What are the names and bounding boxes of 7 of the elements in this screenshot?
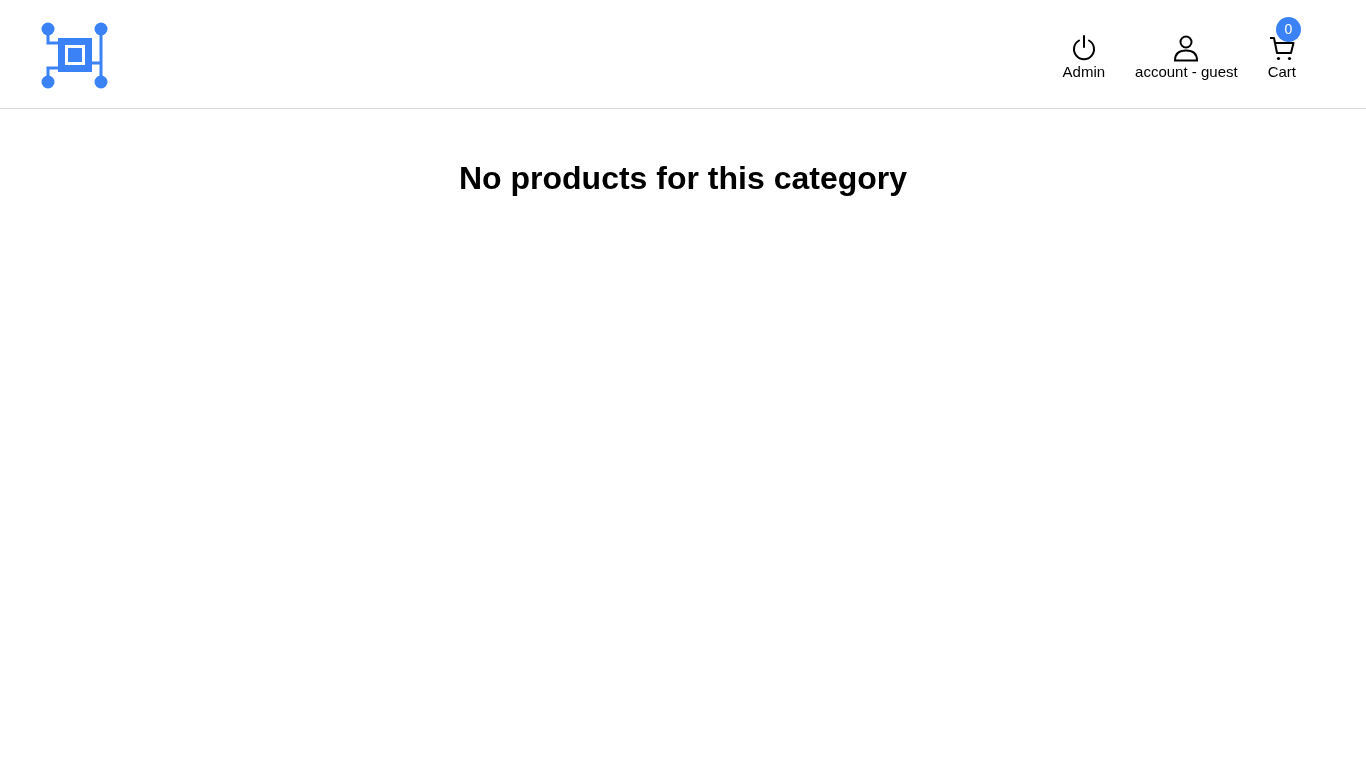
empty-category-message: No products for this category bbox=[457, 160, 908, 197]
power-nav-link[interactable]: Admin bbox=[1062, 34, 1106, 80]
circuit-chip-logo-icon[interactable] bbox=[41, 20, 109, 89]
user-nav-link[interactable]: account - guest bbox=[1135, 34, 1238, 80]
user-icon bbox=[1172, 34, 1201, 62]
cart-icon bbox=[1267, 34, 1296, 62]
cart-count-badge: 0 bbox=[1275, 17, 1301, 42]
